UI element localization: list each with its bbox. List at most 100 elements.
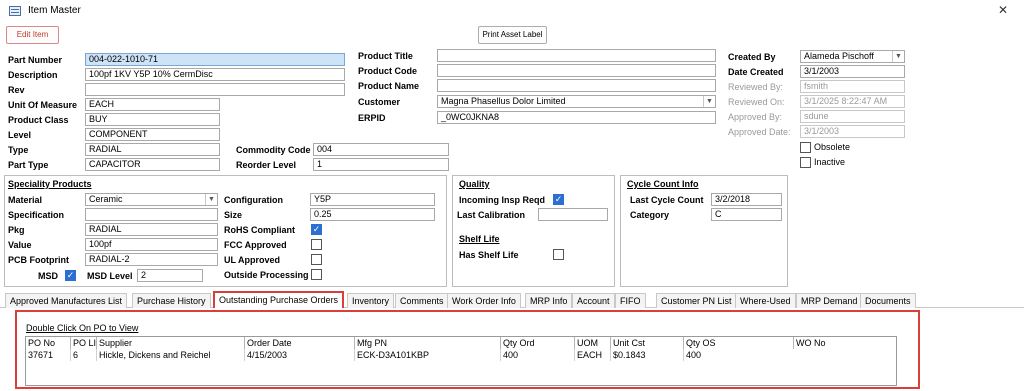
checkmark-icon: ✓ xyxy=(554,194,563,204)
material-select[interactable]: Ceramic ▼ xyxy=(85,193,218,206)
erpid-field[interactable]: _0WC0JKNA8 xyxy=(437,111,716,124)
specification-field[interactable] xyxy=(85,208,218,221)
material-value: Ceramic xyxy=(89,194,123,204)
last-cycle-count-field[interactable]: 3/2/2018 xyxy=(711,193,782,206)
tab-inventory[interactable]: Inventory xyxy=(347,293,395,308)
cell-supplier: Hickle, Dickens and Reichel xyxy=(96,349,211,361)
fcc-approved-checkbox[interactable] xyxy=(311,239,322,250)
tab-purchase-history[interactable]: Purchase History xyxy=(132,293,211,308)
chevron-down-icon[interactable]: ▼ xyxy=(205,194,217,205)
msd-label: MSD xyxy=(38,271,58,281)
col-order-date[interactable]: Order Date xyxy=(244,337,292,349)
cycle-count-title: Cycle Count Info xyxy=(627,179,699,189)
part-number-label: Part Number xyxy=(8,55,63,65)
cell-order-date: 4/15/2003 xyxy=(244,349,287,361)
created-by-select[interactable]: Alameda Pischoff ▼ xyxy=(800,50,905,63)
customer-select[interactable]: Magna Phasellus Dolor Limited ▼ xyxy=(437,95,716,108)
msd-level-field[interactable]: 2 xyxy=(137,269,203,282)
configuration-field[interactable]: Y5P xyxy=(310,193,435,206)
tab-documents[interactable]: Documents xyxy=(860,293,916,308)
value-field[interactable]: 100pf xyxy=(85,238,218,251)
tab-mrp-demand[interactable]: MRP Demand xyxy=(796,293,863,308)
last-calibration-label: Last Calibration xyxy=(457,210,526,220)
pcb-footprint-label: PCB Footprint xyxy=(8,255,69,265)
po-grid-header: PO No PO LI Supplier Order Date Mfg PN Q… xyxy=(26,337,896,349)
product-code-label: Product Code xyxy=(358,66,418,76)
obsolete-checkbox[interactable] xyxy=(800,142,811,153)
speciality-products-title: Speciality Products xyxy=(8,179,92,189)
tab-comments[interactable]: Comments xyxy=(395,293,449,308)
col-po-no[interactable]: PO No xyxy=(26,337,55,349)
ul-approved-checkbox[interactable] xyxy=(311,254,322,265)
quality-panel xyxy=(452,175,615,287)
incoming-insp-reqd-label: Incoming Insp Reqd xyxy=(459,195,546,205)
unit-of-measure-field[interactable]: EACH xyxy=(85,98,220,111)
value-label: Value xyxy=(8,240,32,250)
col-mfg-pn[interactable]: Mfg PN xyxy=(354,337,387,349)
print-asset-label-button[interactable]: Print Asset Label xyxy=(478,26,547,44)
tab-approved-manufactures-list[interactable]: Approved Manufactures List xyxy=(5,293,128,308)
fcc-approved-label: FCC Approved xyxy=(224,240,287,250)
incoming-insp-reqd-checkbox[interactable]: ✓ xyxy=(553,194,564,205)
part-type-field[interactable]: CAPACITOR xyxy=(85,158,220,171)
tab-fifo[interactable]: FIFO xyxy=(615,293,646,308)
has-shelf-life-label: Has Shelf Life xyxy=(459,250,519,260)
product-title-field[interactable] xyxy=(437,49,716,62)
product-class-label: Product Class xyxy=(8,115,69,125)
col-unit-cst[interactable]: Unit Cst xyxy=(610,337,645,349)
pcb-footprint-field[interactable]: RADIAL-2 xyxy=(85,253,218,266)
type-field[interactable]: RADIAL xyxy=(85,143,220,156)
tab-customer-pn-list[interactable]: Customer PN List xyxy=(656,293,737,308)
outside-processing-label: Outside Processing xyxy=(224,270,309,280)
shelf-life-title: Shelf Life xyxy=(459,234,500,244)
description-label: Description xyxy=(8,70,58,80)
product-class-field[interactable]: BUY xyxy=(85,113,220,126)
commodity-code-field[interactable]: 004 xyxy=(313,143,449,156)
cell-po-li: 6 xyxy=(70,349,78,361)
edit-item-button[interactable]: Edit Item xyxy=(6,26,59,44)
last-calibration-field[interactable] xyxy=(538,208,608,221)
col-supplier[interactable]: Supplier xyxy=(96,337,132,349)
part-number-field[interactable]: 004-022-1010-71 xyxy=(85,53,345,66)
table-row[interactable]: 37671 6 Hickle, Dickens and Reichel 4/15… xyxy=(26,349,896,361)
date-created-field[interactable]: 3/1/2003 xyxy=(800,65,905,78)
col-po-li[interactable]: PO LI xyxy=(70,337,96,349)
product-name-field[interactable] xyxy=(437,79,716,92)
chevron-down-icon[interactable]: ▼ xyxy=(892,51,904,62)
product-code-field[interactable] xyxy=(437,64,716,77)
cell-mfg-pn: ECK-D3A101KBP xyxy=(354,349,429,361)
inactive-checkbox[interactable] xyxy=(800,157,811,168)
reviewed-on-field: 3/1/2025 8:22:47 AM xyxy=(800,95,905,108)
col-wo-no[interactable]: WO No xyxy=(793,337,826,349)
checkmark-icon: ✓ xyxy=(66,270,75,280)
cell-uom: EACH xyxy=(574,349,602,361)
pkg-field[interactable]: RADIAL xyxy=(85,223,218,236)
col-qty-ord[interactable]: Qty Ord xyxy=(500,337,535,349)
rohs-compliant-checkbox[interactable]: ✓ xyxy=(311,224,322,235)
level-field[interactable]: COMPONENT xyxy=(85,128,220,141)
material-label: Material xyxy=(8,195,43,205)
has-shelf-life-checkbox[interactable] xyxy=(553,249,564,260)
tab-where-used[interactable]: Where-Used xyxy=(735,293,796,308)
cell-unit-cst: $0.1843 xyxy=(610,349,646,361)
outside-processing-checkbox[interactable] xyxy=(311,269,322,280)
chevron-down-icon[interactable]: ▼ xyxy=(703,96,715,107)
category-field[interactable]: C xyxy=(711,208,782,221)
level-label: Level xyxy=(8,130,32,140)
category-label: Category xyxy=(630,210,670,220)
reorder-level-field[interactable]: 1 xyxy=(313,158,449,171)
close-icon[interactable]: ✕ xyxy=(998,3,1008,17)
rev-field[interactable] xyxy=(85,83,345,96)
col-qty-os[interactable]: Qty OS xyxy=(683,337,716,349)
reorder-level-label: Reorder Level xyxy=(236,160,297,170)
tab-outstanding-purchase-orders[interactable]: Outstanding Purchase Orders xyxy=(213,291,345,308)
tab-account[interactable]: Account xyxy=(572,293,615,308)
description-field[interactable]: 100pf 1KV Y5P 10% CermDisc xyxy=(85,68,345,81)
tab-work-order-info[interactable]: Work Order Info xyxy=(447,293,521,308)
tab-mrp-info[interactable]: MRP Info xyxy=(525,293,573,308)
product-title-label: Product Title xyxy=(358,51,413,61)
rohs-compliant-label: RoHS Compliant xyxy=(224,225,295,235)
size-field[interactable]: 0.25 xyxy=(310,208,435,221)
msd-checkbox[interactable]: ✓ xyxy=(65,270,76,281)
col-uom[interactable]: UOM xyxy=(574,337,598,349)
